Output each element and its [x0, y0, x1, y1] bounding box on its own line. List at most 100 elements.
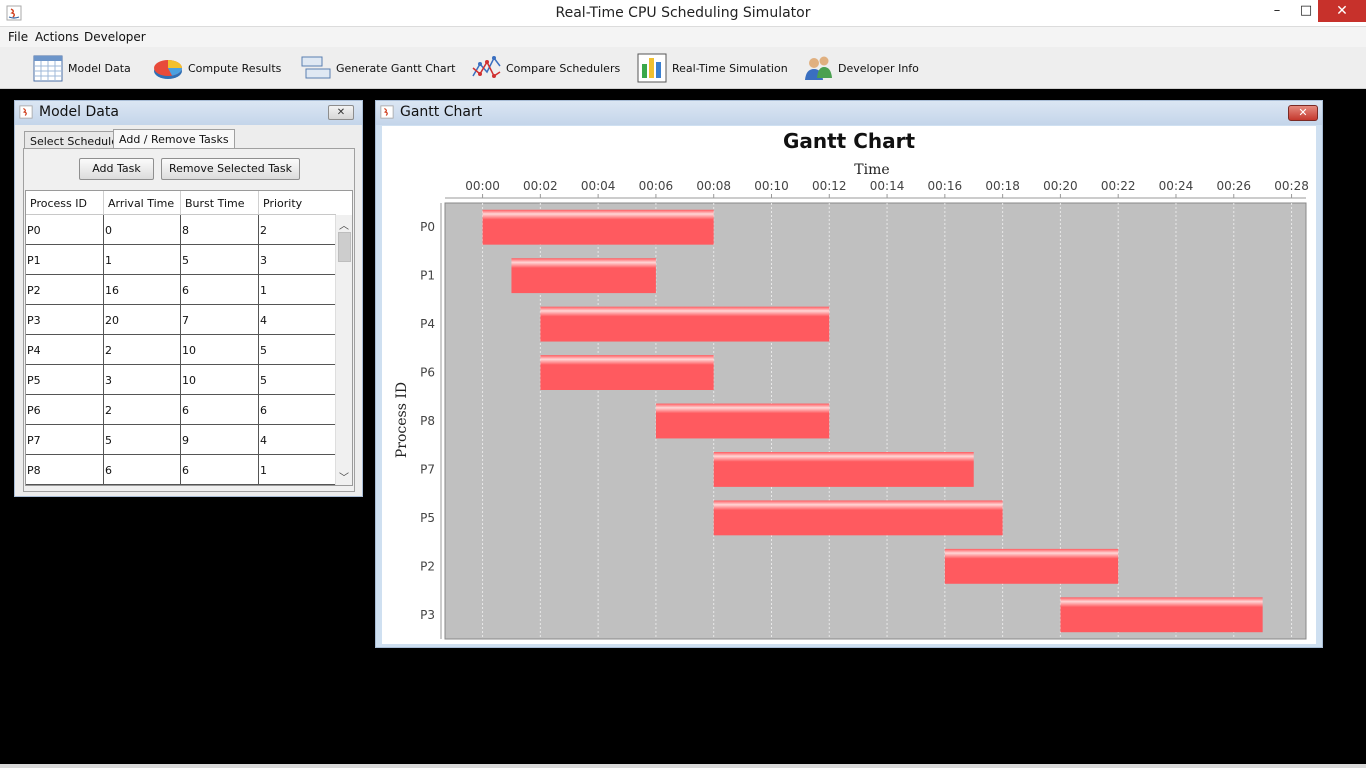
- compute-results-button[interactable]: Compute Results: [152, 51, 281, 85]
- x-tick-label: 00:28: [1274, 179, 1309, 193]
- table-row[interactable]: P1 1 5 3: [26, 245, 336, 275]
- table-cell[interactable]: 2: [104, 335, 181, 364]
- table-cell[interactable]: 2: [259, 215, 336, 244]
- close-window-button[interactable]: ✕: [1318, 0, 1366, 22]
- table-cell[interactable]: 8: [181, 215, 259, 244]
- menu-actions[interactable]: Actions: [35, 30, 79, 44]
- table-cell[interactable]: 1: [104, 245, 181, 274]
- add-task-button[interactable]: Add Task: [79, 158, 154, 180]
- gantt-icon: [301, 56, 331, 79]
- gantt-close-button[interactable]: ✕: [1288, 105, 1318, 121]
- table-cell[interactable]: P4: [26, 335, 104, 364]
- chart-title: Gantt Chart: [783, 129, 916, 153]
- x-tick-label: 00:26: [1216, 179, 1251, 193]
- x-tick-label: 00:12: [812, 179, 847, 193]
- table-cell[interactable]: 3: [104, 365, 181, 394]
- model-data-button[interactable]: Model Data: [32, 51, 131, 85]
- table-row[interactable]: P0 0 8 2: [26, 215, 336, 245]
- maximize-button[interactable]: □: [1292, 0, 1320, 22]
- users-icon: [805, 56, 832, 80]
- menu-file[interactable]: File: [8, 30, 28, 44]
- table-cell[interactable]: 20: [104, 305, 181, 334]
- model-data-titlebar[interactable]: Model Data ✕: [15, 101, 362, 125]
- table-cell[interactable]: 16: [104, 275, 181, 304]
- java-frame-icon: [380, 105, 394, 119]
- column-header[interactable]: Burst Time: [181, 191, 259, 214]
- table-row[interactable]: P5 3 10 5: [26, 365, 336, 395]
- table-cell[interactable]: 5: [259, 335, 336, 364]
- table-row[interactable]: P3 20 7 4: [26, 305, 336, 335]
- table-row[interactable]: P4 2 10 5: [26, 335, 336, 365]
- table-cell[interactable]: 7: [181, 305, 259, 334]
- bottom-strip: [0, 764, 1366, 768]
- y-axis-label: Process ID: [394, 382, 410, 458]
- scroll-down-icon[interactable]: ﹀: [336, 469, 352, 484]
- table-cell[interactable]: 10: [181, 335, 259, 364]
- y-tick-label: P8: [420, 414, 435, 428]
- java-frame-icon: [19, 105, 33, 119]
- y-tick-label: P0: [420, 220, 435, 234]
- table-cell[interactable]: 4: [259, 425, 336, 454]
- table-cell[interactable]: 6: [181, 395, 259, 424]
- table-icon: [33, 55, 63, 82]
- table-cell[interactable]: 5: [259, 365, 336, 394]
- x-tick-label: 00:14: [870, 179, 905, 193]
- table-row[interactable]: P8 6 6 1: [26, 455, 336, 485]
- table-cell[interactable]: 6: [181, 455, 259, 484]
- table-cell[interactable]: 6: [104, 455, 181, 484]
- table-cell[interactable]: 10: [181, 365, 259, 394]
- table-row[interactable]: P7 5 9 4: [26, 425, 336, 455]
- table-cell[interactable]: 3: [259, 245, 336, 274]
- table-cell[interactable]: 5: [104, 425, 181, 454]
- generate-gantt-button[interactable]: Generate Gantt Chart: [300, 51, 455, 85]
- table-cell[interactable]: P1: [26, 245, 104, 274]
- gantt-bar-p2: [944, 548, 1119, 584]
- table-cell[interactable]: 4: [259, 305, 336, 334]
- x-tick-label: 00:00: [465, 179, 500, 193]
- table-scrollbar[interactable]: ︿ ﹀: [335, 215, 352, 485]
- column-header[interactable]: Arrival Time: [104, 191, 181, 214]
- y-tick-label: P3: [420, 608, 435, 622]
- compare-schedulers-button[interactable]: Compare Schedulers: [470, 51, 620, 85]
- remove-selected-task-button[interactable]: Remove Selected Task: [161, 158, 300, 180]
- x-tick-label: 00:16: [928, 179, 963, 193]
- tab-add-remove-tasks[interactable]: Add / Remove Tasks: [113, 129, 235, 149]
- y-tick-label: P6: [420, 366, 435, 380]
- model-data-close-button[interactable]: ✕: [328, 105, 354, 120]
- model-data-title: Model Data: [39, 104, 119, 120]
- x-tick-label: 00:18: [985, 179, 1020, 193]
- minimize-button[interactable]: –: [1262, 0, 1292, 22]
- scroll-thumb[interactable]: [338, 232, 351, 262]
- model-data-label: Model Data: [68, 61, 131, 75]
- table-cell[interactable]: 6: [259, 395, 336, 424]
- y-tick-label: P5: [420, 511, 435, 525]
- table-row[interactable]: P2 16 6 1: [26, 275, 336, 305]
- column-header[interactable]: Process ID: [26, 191, 104, 214]
- menu-developer[interactable]: Developer: [84, 30, 146, 44]
- developer-info-button[interactable]: Developer Info: [802, 51, 919, 85]
- table-cell[interactable]: P3: [26, 305, 104, 334]
- column-header[interactable]: Priority: [259, 191, 336, 214]
- scroll-up-icon[interactable]: ︿: [336, 217, 352, 232]
- table-cell[interactable]: 0: [104, 215, 181, 244]
- table-cell[interactable]: P7: [26, 425, 104, 454]
- table-cell[interactable]: P8: [26, 455, 104, 484]
- table-cell[interactable]: 5: [181, 245, 259, 274]
- realtime-simulation-button[interactable]: Real-Time Simulation: [636, 51, 788, 85]
- table-cell[interactable]: P5: [26, 365, 104, 394]
- task-table: Process ID Arrival Time Burst Time Prior…: [25, 190, 353, 486]
- x-tick-label: 00:08: [696, 179, 731, 193]
- gantt-chart-titlebar[interactable]: Gantt Chart ✕: [376, 101, 1322, 125]
- gantt-bar-p1: [511, 258, 656, 294]
- table-row[interactable]: P6 2 6 6: [26, 395, 336, 425]
- table-cell[interactable]: P0: [26, 215, 104, 244]
- table-cell[interactable]: 1: [259, 455, 336, 484]
- table-cell[interactable]: 1: [259, 275, 336, 304]
- table-cell[interactable]: 9: [181, 425, 259, 454]
- table-cell[interactable]: 2: [104, 395, 181, 424]
- table-cell[interactable]: P6: [26, 395, 104, 424]
- simulation-icon: [637, 53, 667, 83]
- table-cell[interactable]: P2: [26, 275, 104, 304]
- model-data-frame: Model Data ✕ Select Scheduler Add / Remo…: [14, 100, 363, 497]
- table-cell[interactable]: 6: [181, 275, 259, 304]
